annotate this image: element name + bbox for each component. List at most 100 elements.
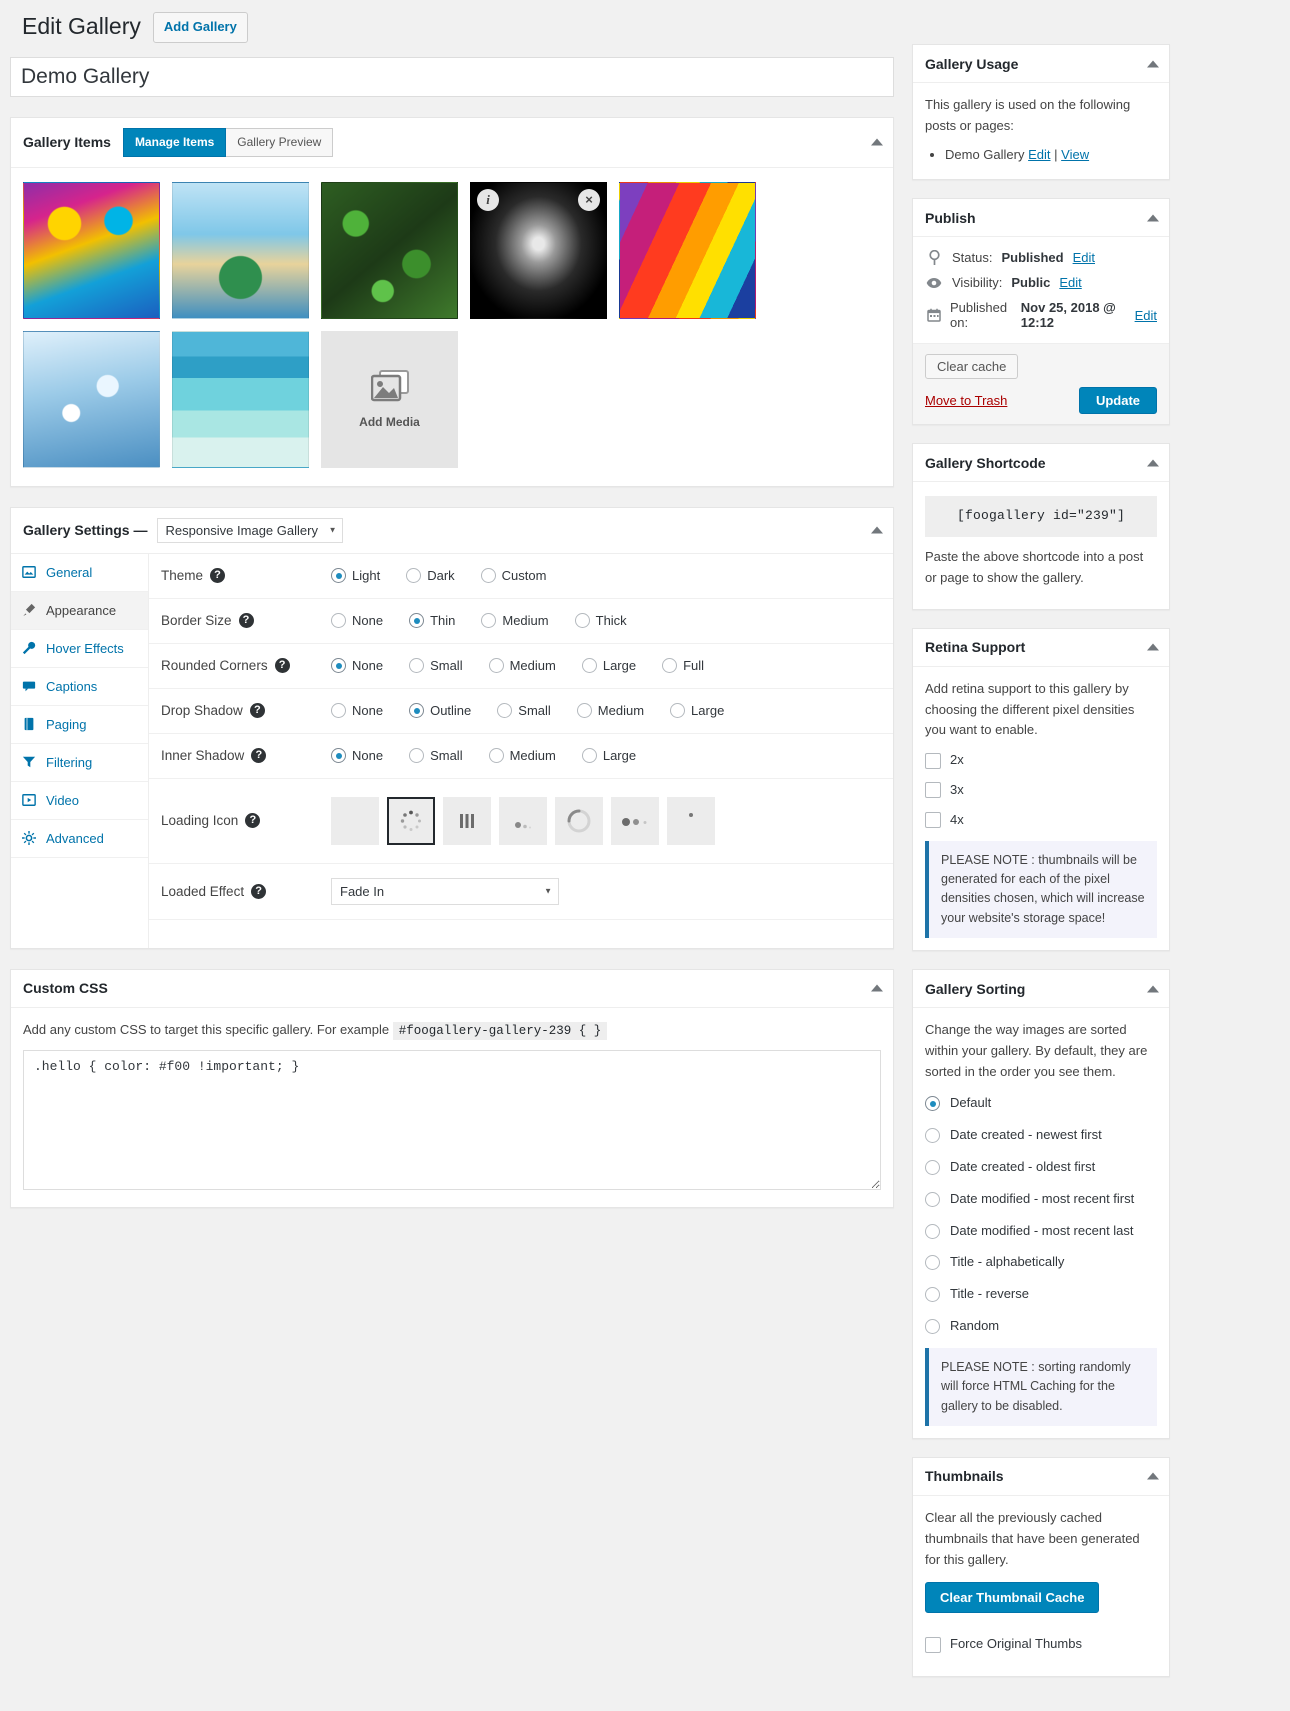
retina-checkbox-2x[interactable]: 2x bbox=[925, 750, 1157, 771]
radio-border-thin[interactable]: Thin bbox=[409, 613, 455, 629]
radio-theme-custom[interactable]: Custom bbox=[480, 568, 546, 584]
settings-tab-general[interactable]: General bbox=[11, 554, 148, 592]
radio-dot[interactable] bbox=[409, 613, 425, 629]
update-button[interactable]: Update bbox=[1078, 387, 1157, 415]
clear-thumbnail-cache-button[interactable]: Clear Thumbnail Cache bbox=[925, 1582, 1100, 1614]
radio-border-none[interactable]: None bbox=[331, 613, 383, 629]
radio-dropshadow-outline[interactable]: Outline bbox=[409, 703, 471, 719]
collapse-toggle-icon[interactable] bbox=[1147, 1472, 1159, 1480]
radio-dot[interactable] bbox=[925, 1096, 940, 1112]
sort-option-title-alphabetically[interactable]: Title - alphabetically bbox=[925, 1252, 1157, 1273]
radio-dot[interactable] bbox=[488, 748, 504, 764]
sort-option-date-created-newest[interactable]: Date created - newest first bbox=[925, 1125, 1157, 1146]
help-icon[interactable]: ? bbox=[249, 703, 265, 719]
collapse-toggle-icon[interactable] bbox=[1147, 643, 1159, 651]
help-icon[interactable]: ? bbox=[238, 613, 254, 629]
radio-theme-dark[interactable]: Dark bbox=[406, 568, 455, 584]
radio-dot[interactable] bbox=[409, 748, 425, 764]
usage-view-link[interactable]: View bbox=[1061, 147, 1089, 162]
loading-small-dot-option[interactable] bbox=[667, 796, 715, 845]
radio-dot[interactable] bbox=[331, 658, 346, 674]
tab-manage-items[interactable]: Manage Items bbox=[122, 127, 227, 157]
clear-cache-button[interactable]: Clear cache bbox=[925, 354, 1019, 380]
gallery-item-painted-hands-world-map[interactable] bbox=[172, 181, 309, 319]
collapse-toggle-icon[interactable] bbox=[1147, 60, 1159, 67]
collapse-toggle-icon[interactable] bbox=[1147, 459, 1159, 467]
radio-border-medium[interactable]: Medium bbox=[481, 613, 549, 629]
force-original-thumbs-checkbox[interactable]: Force Original Thumbs bbox=[925, 1634, 1157, 1655]
add-gallery-button[interactable]: Add Gallery bbox=[152, 12, 248, 43]
help-icon[interactable]: ? bbox=[251, 883, 267, 899]
radio-dropshadow-none[interactable]: None bbox=[331, 703, 383, 719]
radio-dot[interactable] bbox=[409, 703, 425, 719]
radio-dot[interactable] bbox=[925, 1255, 940, 1271]
radio-rounded-none[interactable]: None bbox=[331, 658, 383, 674]
radio-dot[interactable] bbox=[488, 658, 504, 674]
checkbox-box[interactable] bbox=[925, 752, 941, 769]
sort-option-default[interactable]: Default bbox=[925, 1093, 1157, 1114]
custom-css-textarea[interactable] bbox=[23, 1049, 881, 1190]
loading-ring-option[interactable] bbox=[555, 796, 603, 845]
radio-dot[interactable] bbox=[581, 658, 597, 674]
gallery-template-select[interactable]: Responsive Image Gallery bbox=[157, 517, 344, 543]
radio-rounded-full[interactable]: Full bbox=[662, 658, 704, 674]
help-icon[interactable]: ? bbox=[274, 658, 290, 674]
loading-three-dots-option[interactable] bbox=[611, 796, 659, 845]
retina-checkbox-4x[interactable]: 4x bbox=[925, 810, 1157, 831]
radio-dot[interactable] bbox=[925, 1159, 940, 1175]
collapse-toggle-icon[interactable] bbox=[1147, 985, 1159, 993]
sort-option-title-reverse[interactable]: Title - reverse bbox=[925, 1284, 1157, 1305]
radio-dot[interactable] bbox=[576, 703, 592, 719]
loading-dots-circle-option[interactable] bbox=[387, 796, 435, 845]
tab-gallery-preview[interactable]: Gallery Preview bbox=[226, 127, 334, 157]
shortcode-value[interactable]: [foogallery id="239"] bbox=[925, 496, 1157, 538]
gallery-title-input[interactable] bbox=[10, 56, 894, 97]
settings-tab-advanced[interactable]: Advanced bbox=[11, 820, 148, 858]
radio-dot[interactable] bbox=[925, 1128, 940, 1144]
publish-status-edit-link[interactable]: Edit bbox=[1073, 250, 1095, 265]
radio-innershadow-large[interactable]: Large bbox=[581, 748, 636, 764]
loading-none-option[interactable] bbox=[331, 796, 379, 845]
radio-theme-light[interactable]: Light bbox=[331, 568, 380, 584]
usage-edit-link[interactable]: Edit bbox=[1028, 147, 1050, 162]
radio-dot[interactable] bbox=[497, 703, 513, 719]
radio-dot[interactable] bbox=[406, 568, 422, 584]
radio-dropshadow-medium[interactable]: Medium bbox=[576, 703, 644, 719]
radio-dot[interactable] bbox=[662, 658, 678, 674]
radio-dot[interactable] bbox=[409, 658, 425, 674]
loaded-effect-select[interactable]: Fade In bbox=[331, 877, 559, 905]
item-info-icon[interactable]: i bbox=[477, 188, 499, 211]
radio-dot[interactable] bbox=[331, 613, 346, 629]
radio-dot[interactable] bbox=[925, 1223, 940, 1239]
radio-dropshadow-large[interactable]: Large bbox=[670, 703, 724, 719]
radio-dot[interactable] bbox=[480, 568, 496, 584]
move-to-trash-link[interactable]: Move to Trash bbox=[925, 393, 1007, 408]
loading-bars-option[interactable] bbox=[443, 796, 491, 845]
checkbox-box[interactable] bbox=[925, 1636, 941, 1653]
gallery-item-green-moss-leaves[interactable] bbox=[321, 181, 458, 319]
retina-checkbox-3x[interactable]: 3x bbox=[925, 780, 1157, 801]
radio-dot[interactable] bbox=[925, 1287, 940, 1303]
radio-innershadow-medium[interactable]: Medium bbox=[488, 748, 556, 764]
radio-dot[interactable] bbox=[581, 748, 597, 764]
checkbox-box[interactable] bbox=[925, 812, 941, 829]
help-icon[interactable]: ? bbox=[245, 813, 261, 829]
item-remove-icon[interactable]: × bbox=[578, 188, 600, 211]
radio-rounded-large[interactable]: Large bbox=[581, 658, 636, 674]
gallery-item-rainbow-paint-strokes[interactable] bbox=[619, 181, 756, 319]
sort-option-date-created-oldest[interactable]: Date created - oldest first bbox=[925, 1157, 1157, 1178]
radio-border-thick[interactable]: Thick bbox=[574, 613, 627, 629]
collapse-toggle-icon[interactable] bbox=[1147, 214, 1159, 222]
radio-dot[interactable] bbox=[925, 1191, 940, 1207]
gallery-item-colorful-face[interactable] bbox=[23, 181, 160, 319]
gallery-item-tropical-sea[interactable] bbox=[172, 330, 309, 468]
radio-rounded-small[interactable]: Small bbox=[409, 658, 463, 674]
settings-tab-hover-effects[interactable]: Hover Effects bbox=[11, 630, 148, 668]
settings-tab-appearance[interactable]: Appearance bbox=[11, 591, 148, 630]
sort-option-random[interactable]: Random bbox=[925, 1316, 1157, 1337]
loading-bubbles-option[interactable] bbox=[499, 796, 547, 845]
publish-visibility-edit-link[interactable]: Edit bbox=[1059, 275, 1081, 290]
radio-dropshadow-small[interactable]: Small bbox=[497, 703, 551, 719]
collapse-toggle-icon[interactable] bbox=[871, 526, 883, 534]
checkbox-box[interactable] bbox=[925, 782, 941, 799]
